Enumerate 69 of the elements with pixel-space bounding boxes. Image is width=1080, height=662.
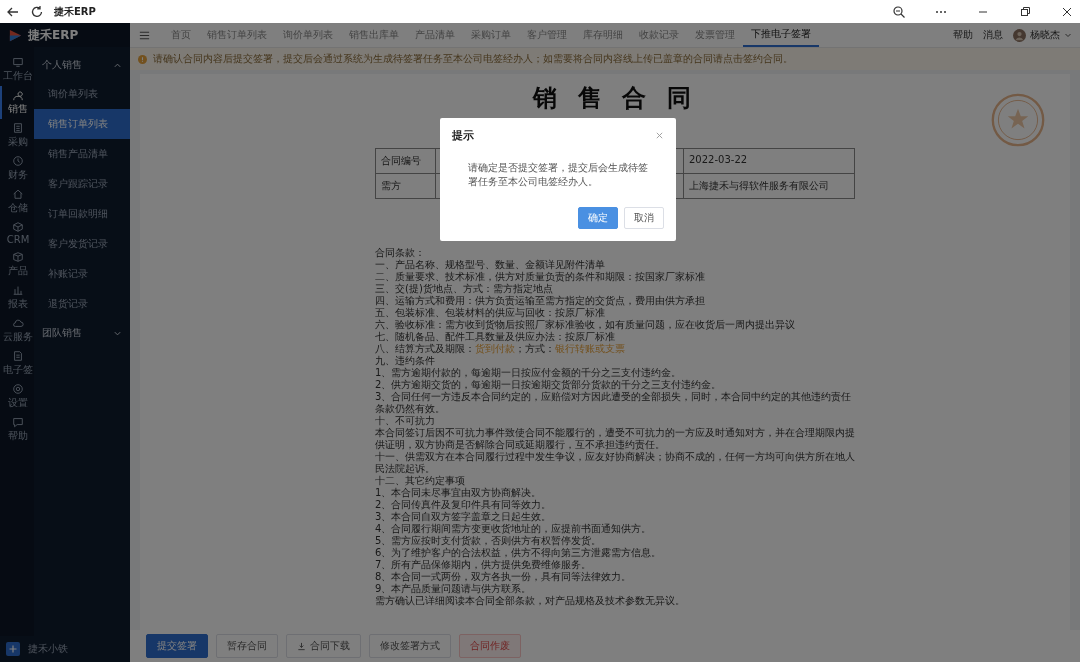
- user-icon[interactable]: [12, 89, 24, 101]
- menu-group[interactable]: 个人销售: [34, 51, 130, 79]
- nav-item[interactable]: 仓储: [0, 185, 34, 218]
- notice-text: 请确认合同内容后提交签署，提交后会通过系统为生成待签署任务至本公司电签经办人；如需要将合同内容线上传已盖章的合同请点击签约合同。: [153, 52, 793, 66]
- menu-item[interactable]: 销售订单列表: [34, 109, 130, 139]
- menu-group[interactable]: 团队销售: [34, 319, 130, 347]
- header-link[interactable]: 帮助: [953, 28, 973, 42]
- logo-icon: [8, 27, 23, 43]
- cloud-icon[interactable]: [12, 317, 24, 329]
- maximize-icon[interactable]: [1018, 4, 1032, 19]
- clause-text: 3、本合同自双方签字盖章之日起生效。: [375, 511, 553, 523]
- house-icon[interactable]: [12, 188, 24, 200]
- avatar[interactable]: [1013, 28, 1026, 42]
- zoom-out-icon[interactable]: [892, 4, 906, 19]
- plus-icon[interactable]: [6, 642, 20, 656]
- clause-text: 九、违约条件: [375, 355, 436, 367]
- monitor-icon[interactable]: [12, 56, 24, 68]
- chat-icon[interactable]: [12, 416, 24, 428]
- clause-text: 5、需方应按时支付货款，否则供方有权暂停发货。: [375, 535, 603, 547]
- contract-title: 销 售 合 同: [531, 82, 698, 114]
- gear-icon[interactable]: [12, 383, 24, 395]
- nav-item[interactable]: 云服务: [0, 314, 34, 347]
- action-button[interactable]: 合同作废: [459, 634, 521, 658]
- box-icon[interactable]: [12, 251, 24, 263]
- clock-icon[interactable]: [12, 155, 24, 167]
- warning-icon: [138, 54, 147, 64]
- table-cell: 需方: [376, 174, 436, 199]
- clause-text: 四、运输方式和费用：供方负责运输至需方指定的交货点，费用由供方承担: [375, 295, 706, 307]
- clause-text: 七、随机备品、配件工具数量及供应办法：按原厂标准: [375, 331, 616, 343]
- cube-icon[interactable]: [12, 221, 24, 233]
- nav-item[interactable]: 财务: [0, 152, 34, 185]
- action-button[interactable]: 修改签署方式: [369, 634, 451, 658]
- dialog-title: 提示: [452, 128, 474, 143]
- table-cell: 上海捷禾与得软件服务有限公司: [684, 174, 854, 199]
- document-icon[interactable]: [12, 350, 24, 362]
- clause-text: 9、本产品质量问题请与供方联系。: [375, 583, 533, 595]
- dialog-button[interactable]: 取消: [624, 207, 664, 229]
- nav-item[interactable]: CRM: [0, 218, 34, 248]
- clause-text: 八、结算方式及期限：货到付款；方式：银行转账或支票: [375, 343, 626, 355]
- clause-text: 2、合同传真件及复印件具有同等效力。: [375, 499, 553, 511]
- nav-item[interactable]: 工作台: [0, 53, 34, 86]
- clause-text: 7、所有产品保修期内，供方提供免费维修服务。: [375, 559, 593, 571]
- clause-text: 需方确认已详细阅读本合同全部条款，对产品规格及技术参数无异议。: [375, 595, 686, 607]
- table-cell: 合同编号: [376, 149, 436, 174]
- clause-text: 三、交(提)货地点、方式：需方指定地点: [375, 283, 554, 295]
- clause-text: 十、不可抗力: [375, 415, 436, 427]
- clause-text: 五、包装标准、包装材料的供应与回收：按原厂标准: [375, 307, 606, 319]
- table-cell: 2022-03-22: [684, 149, 854, 174]
- download-icon[interactable]: [297, 641, 306, 651]
- clause-text: 4、合同履行期间需方变更收货地址的，应提前书面通知供方。: [375, 523, 653, 535]
- list-icon[interactable]: [12, 122, 24, 134]
- nav-item[interactable]: 报表: [0, 281, 34, 314]
- action-button[interactable]: 合同下载: [286, 634, 361, 658]
- chart-icon[interactable]: [12, 284, 24, 296]
- header-link[interactable]: 消息: [983, 28, 1003, 42]
- user-name[interactable]: 杨晓杰: [1030, 28, 1060, 42]
- action-button[interactable]: 提交签署: [146, 634, 208, 658]
- refresh-icon[interactable]: [30, 4, 44, 19]
- caret-icon[interactable]: [1064, 31, 1072, 39]
- dialog-message: 请确定是否提交签署，提交后会生成待签署任务至本公司电签经办人。: [468, 161, 649, 189]
- dialog-button[interactable]: 确定: [578, 207, 618, 229]
- window-title: 捷禾ERP: [54, 4, 96, 19]
- nav-item[interactable]: 采购: [0, 119, 34, 152]
- app-logo: 捷禾ERP: [28, 26, 79, 44]
- action-button[interactable]: 暂存合同: [216, 634, 278, 658]
- clause-text: 1、本合同未尽事宜由双方协商解决。: [375, 487, 543, 499]
- clause-text: 合同条款：: [375, 247, 426, 259]
- clause-text: 6、为了维护客户的合法权益，供方不得向第三方泄露需方信息。: [375, 547, 663, 559]
- seal-icon: [990, 92, 1046, 148]
